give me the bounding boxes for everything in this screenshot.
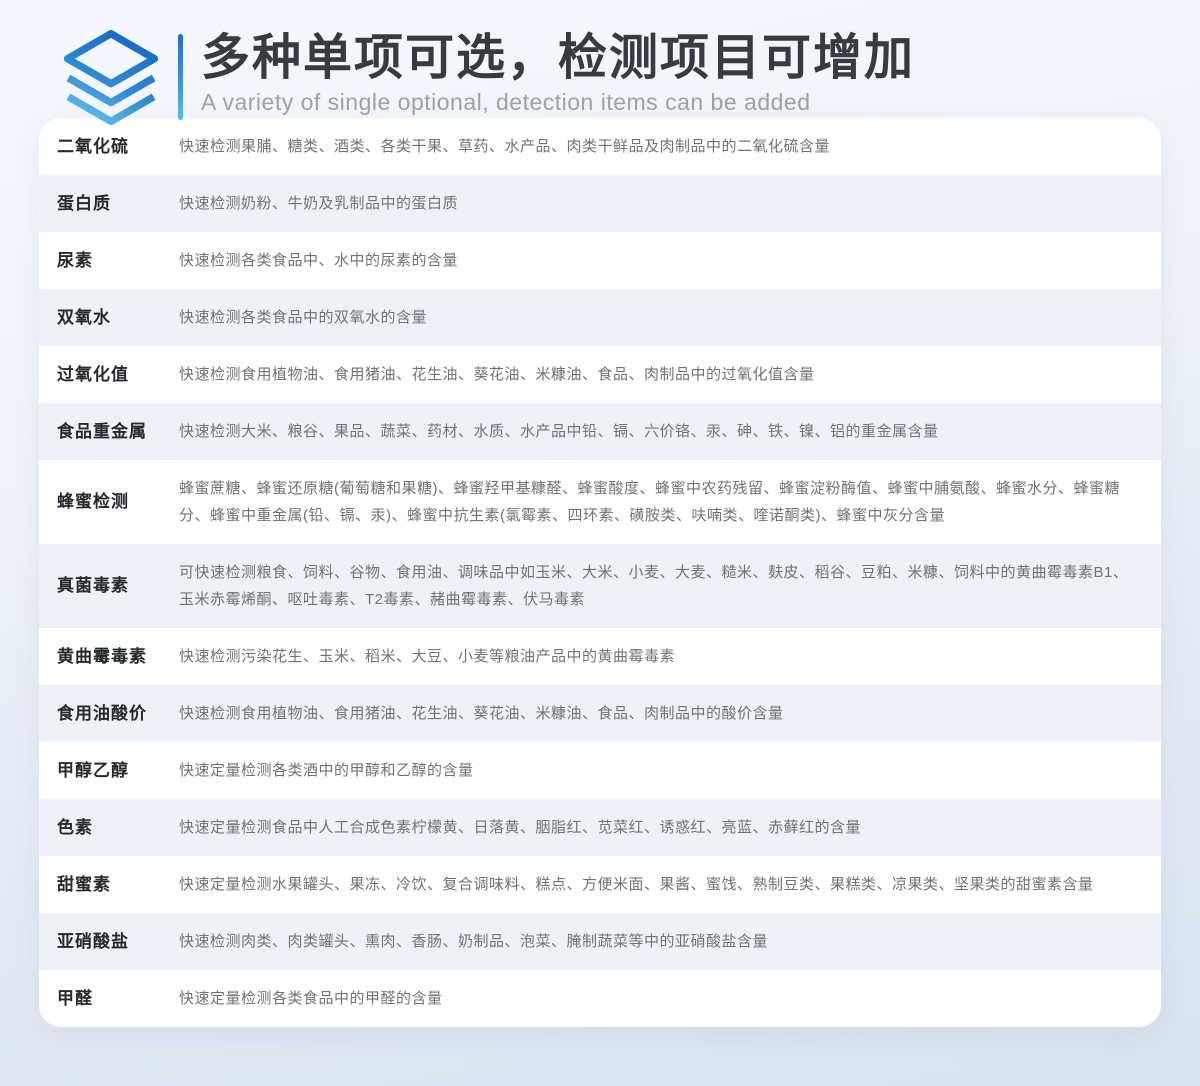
row-label: 双氧水 — [57, 306, 179, 330]
page-subtitle: A variety of single optional, detection … — [201, 88, 915, 116]
row-description: 快速检测各类食品中的双氧水的含量 — [179, 304, 1131, 331]
row-label: 蜂蜜检测 — [57, 490, 179, 514]
table-row: 真菌毒素 可快速检测粮食、饲料、谷物、食用油、调味品中如玉米、大米、小麦、大麦、… — [39, 544, 1161, 628]
row-label: 食品重金属 — [57, 420, 179, 444]
row-description: 可快速检测粮食、饲料、谷物、食用油、调味品中如玉米、大米、小麦、大麦、糙米、麸皮… — [179, 559, 1131, 613]
table-row: 食品重金属 快速检测大米、粮谷、果品、蔬菜、药材、水质、水产品中铅、镉、六价铬、… — [39, 403, 1161, 460]
row-description: 快速检测果脯、糖类、酒类、各类干果、草药、水产品、肉类干鲜品及肉制品中的二氧化硫… — [179, 133, 1131, 160]
row-label: 色素 — [57, 816, 179, 840]
table-row: 蜂蜜检测 蜂蜜蔗糖、蜂蜜还原糖(葡萄糖和果糖)、蜂蜜羟甲基糠醛、蜂蜜酸度、蜂蜜中… — [39, 460, 1161, 544]
row-label: 黄曲霉毒素 — [57, 645, 179, 669]
table-row: 二氧化硫 快速检测果脯、糖类、酒类、各类干果、草药、水产品、肉类干鲜品及肉制品中… — [39, 118, 1161, 175]
table-row: 亚硝酸盐 快速检测肉类、肉类罐头、熏肉、香肠、奶制品、泡菜、腌制蔬菜等中的亚硝酸… — [39, 913, 1161, 970]
row-description: 快速检测污染花生、玉米、稻米、大豆、小麦等粮油产品中的黄曲霉毒素 — [179, 643, 1131, 670]
table-row: 食用油酸价 快速检测食用植物油、食用猪油、花生油、葵花油、米糠油、食品、肉制品中… — [39, 685, 1161, 742]
row-description: 快速检测各类食品中、水中的尿素的含量 — [179, 247, 1131, 274]
table-row: 甜蜜素 快速定量检测水果罐头、果冻、冷饮、复合调味料、糕点、方便米面、果酱、蜜饯… — [39, 856, 1161, 913]
row-label: 食用油酸价 — [57, 702, 179, 726]
row-description: 快速定量检测各类食品中的甲醛的含量 — [179, 985, 1131, 1012]
row-description: 快速检测大米、粮谷、果品、蔬菜、药材、水质、水产品中铅、镉、六价铬、汞、砷、铁、… — [179, 418, 1131, 445]
row-description: 快速检测肉类、肉类罐头、熏肉、香肠、奶制品、泡菜、腌制蔬菜等中的亚硝酸盐含量 — [179, 928, 1131, 955]
table-row: 色素 快速定量检测食品中人工合成色素柠檬黄、日落黄、胭脂红、苋菜红、诱惑红、亮蓝… — [39, 799, 1161, 856]
row-label: 二氧化硫 — [57, 135, 179, 159]
row-description: 快速定量检测食品中人工合成色素柠檬黄、日落黄、胭脂红、苋菜红、诱惑红、亮蓝、赤藓… — [179, 814, 1131, 841]
table-row: 双氧水 快速检测各类食品中的双氧水的含量 — [39, 289, 1161, 346]
detection-table: 二氧化硫 快速检测果脯、糖类、酒类、各类干果、草药、水产品、肉类干鲜品及肉制品中… — [39, 118, 1161, 1027]
stacked-layers-icon — [54, 28, 168, 128]
row-description: 快速定量检测各类酒中的甲醇和乙醇的含量 — [179, 757, 1131, 784]
row-description: 快速检测食用植物油、食用猪油、花生油、葵花油、米糠油、食品、肉制品中的酸价含量 — [179, 700, 1131, 727]
table-row: 甲醛 快速定量检测各类食品中的甲醛的含量 — [39, 970, 1161, 1027]
table-row: 甲醇乙醇 快速定量检测各类酒中的甲醇和乙醇的含量 — [39, 742, 1161, 799]
row-description: 快速检测奶粉、牛奶及乳制品中的蛋白质 — [179, 190, 1131, 217]
row-label: 甜蜜素 — [57, 873, 179, 897]
header-accent-bar — [178, 34, 183, 120]
table-row: 过氧化值 快速检测食用植物油、食用猪油、花生油、葵花油、米糠油、食品、肉制品中的… — [39, 346, 1161, 403]
table-row: 蛋白质 快速检测奶粉、牛奶及乳制品中的蛋白质 — [39, 175, 1161, 232]
row-label: 过氧化值 — [57, 363, 179, 387]
row-label: 甲醇乙醇 — [57, 759, 179, 783]
page-header: 多种单项可选，检测项目可增加 A variety of single optio… — [0, 0, 1200, 114]
page-title: 多种单项可选，检测项目可增加 — [201, 30, 915, 86]
row-description: 快速定量检测水果罐头、果冻、冷饮、复合调味料、糕点、方便米面、果酱、蜜饯、熟制豆… — [179, 871, 1131, 898]
title-block: 多种单项可选，检测项目可增加 A variety of single optio… — [201, 28, 915, 116]
row-description: 快速检测食用植物油、食用猪油、花生油、葵花油、米糠油、食品、肉制品中的过氧化值含… — [179, 361, 1131, 388]
table-row: 黄曲霉毒素 快速检测污染花生、玉米、稻米、大豆、小麦等粮油产品中的黄曲霉毒素 — [39, 628, 1161, 685]
row-label: 亚硝酸盐 — [57, 930, 179, 954]
row-label: 尿素 — [57, 249, 179, 273]
row-label: 真菌毒素 — [57, 574, 179, 598]
row-label: 蛋白质 — [57, 192, 179, 216]
table-row: 尿素 快速检测各类食品中、水中的尿素的含量 — [39, 232, 1161, 289]
row-label: 甲醛 — [57, 987, 179, 1011]
row-description: 蜂蜜蔗糖、蜂蜜还原糖(葡萄糖和果糖)、蜂蜜羟甲基糠醛、蜂蜜酸度、蜂蜜中农药残留、… — [179, 475, 1131, 529]
